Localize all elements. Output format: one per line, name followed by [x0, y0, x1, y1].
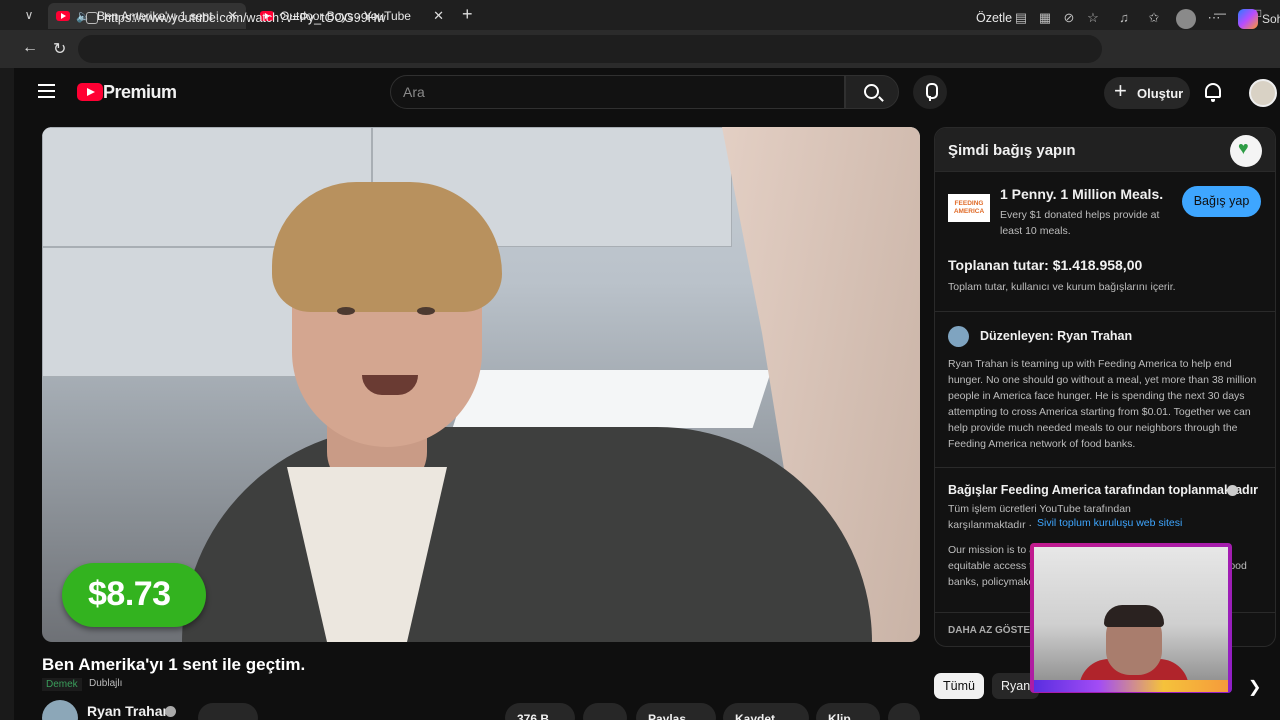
show-less-button[interactable]: DAHA AZ GÖSTER — [948, 625, 1037, 636]
reload-icon[interactable]: ↻ — [53, 39, 66, 59]
youtube-logo-icon[interactable] — [77, 83, 103, 101]
organizer-name: Düzenleyen: Ryan Trahan — [980, 329, 1133, 343]
more-actions-icon[interactable] — [888, 703, 920, 720]
chip-all[interactable]: Tümü — [934, 673, 984, 699]
feeding-america-logo: FEEDING AMERICA — [948, 194, 990, 222]
split-screen-icon[interactable]: ▦ — [1037, 10, 1053, 26]
video-title: Ben Amerika'yı 1 sent ile geçtim. — [42, 655, 306, 674]
person-eye — [337, 307, 355, 315]
webcam-feed — [1034, 547, 1228, 689]
person-hair — [272, 182, 502, 312]
clip-button[interactable]: Klip — [816, 703, 880, 720]
summarize-icon[interactable]: ▤ — [1013, 10, 1029, 26]
organizer-avatar — [948, 326, 969, 347]
search-button[interactable] — [845, 75, 899, 109]
donate-button[interactable]: Bağış yap — [1182, 186, 1261, 217]
address-bar-row: ← ↻ — [0, 30, 1280, 68]
url-field[interactable] — [78, 35, 1102, 63]
new-tab-icon[interactable]: + — [462, 4, 473, 25]
site-info-icon[interactable] — [86, 12, 98, 24]
campaign-description: Ryan Trahan is teaming up with Feeding A… — [948, 358, 1257, 450]
subscribe-bell-button[interactable] — [198, 703, 258, 720]
search-icon — [864, 84, 879, 99]
demek-badge: Demek — [42, 678, 82, 691]
more-menu-icon[interactable]: ⋯ — [1206, 10, 1222, 26]
left-edge-strip — [0, 68, 14, 720]
close-tab-icon[interactable]: ✕ — [433, 8, 444, 24]
channel-avatar[interactable] — [42, 700, 78, 720]
music-icon[interactable]: ♫ — [1116, 10, 1132, 26]
divider — [934, 467, 1276, 468]
youtube-premium-logo[interactable]: Premium — [103, 82, 177, 103]
verified-check-icon — [1227, 485, 1238, 496]
price-overlay-text: $8.73 — [88, 575, 171, 613]
dubbed-badge: Dublajlı — [89, 678, 123, 689]
collected-by-text: Bağışlar Feeding America tarafından topl… — [948, 483, 1259, 497]
summarize-button[interactable]: Özetle — [976, 11, 1012, 25]
create-label: Oluştur — [1137, 86, 1184, 101]
heart-icon — [1230, 135, 1262, 167]
webcam-frame-bar — [1034, 680, 1228, 692]
copilot-icon[interactable] — [1238, 9, 1258, 29]
plus-icon: + — [1114, 78, 1127, 103]
url-text[interactable]: https://www.youtube.com/watch?v=Py_tOOG9… — [104, 11, 386, 25]
save-button[interactable]: Kaydet — [723, 703, 809, 720]
guide-menu-icon[interactable] — [38, 84, 55, 102]
ceiling-light — [452, 370, 772, 428]
browser-profile-icon[interactable] — [1176, 9, 1196, 29]
tab-list-chevron-icon[interactable]: ∨ — [20, 6, 38, 24]
favorites-icon[interactable]: ✩ — [1146, 10, 1162, 26]
tracking-prevention-icon[interactable]: ⊘ — [1061, 10, 1077, 26]
account-avatar[interactable] — [1249, 79, 1277, 107]
like-button[interactable]: 376 B — [505, 703, 575, 720]
verified-check-icon — [165, 706, 176, 717]
person-jacket — [182, 427, 872, 642]
total-note: Toplam tutar, kullanıcı ve kurum bağışla… — [948, 281, 1176, 293]
webcam-overlay — [1030, 543, 1232, 693]
youtube-favicon-icon — [56, 11, 70, 21]
chevron-right-icon[interactable]: ❯ — [1248, 677, 1261, 697]
copilot-label[interactable]: Soh — [1262, 12, 1280, 26]
nonprofit-website-link[interactable]: Sivil toplum kuruluşu web sitesi — [1037, 517, 1182, 529]
webcam-person-hair — [1104, 605, 1164, 627]
campaign-title: 1 Penny. 1 Million Meals. — [1000, 186, 1164, 202]
channel-name[interactable]: Ryan Trahan — [87, 703, 171, 719]
dislike-button[interactable] — [583, 703, 627, 720]
share-button[interactable]: Paylaş — [636, 703, 716, 720]
favorite-star-icon[interactable]: ☆ — [1085, 10, 1101, 26]
back-arrow-icon[interactable]: ← — [22, 39, 38, 57]
voice-search-icon[interactable] — [913, 75, 947, 109]
person-eye — [417, 307, 435, 315]
total-raised: Toplanan tutar: $1.418.958,00 — [948, 257, 1143, 273]
search-placeholder[interactable]: Ara — [403, 84, 425, 100]
campaign-subtitle: Every $1 donated helps provide at least … — [1000, 209, 1160, 237]
donation-title: Şimdi bağış yapın — [948, 142, 1076, 159]
search-input[interactable] — [390, 75, 845, 109]
notifications-bell-icon[interactable] — [1205, 83, 1221, 102]
divider — [934, 311, 1276, 312]
